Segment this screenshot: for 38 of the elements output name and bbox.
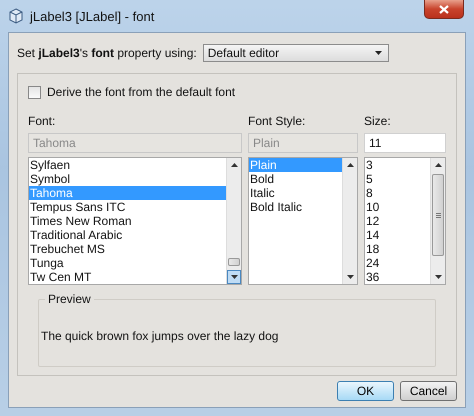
cancel-button[interactable]: Cancel [400,381,457,401]
checkbox-label: Derive the font from the default font [47,85,236,99]
input-field[interactable]: 11 [364,133,446,153]
editor-label: Set jLabel3's font property using: [17,46,197,60]
editor-dropdown[interactable]: Default editor [202,44,389,62]
list-item[interactable]: 5 [365,172,430,186]
ok-button[interactable]: OK [337,381,394,401]
list-item[interactable]: 10 [365,200,430,214]
close-button[interactable] [424,0,464,19]
list-item[interactable]: 8 [365,186,430,200]
scrollbar[interactable] [226,158,241,284]
group-title: Preview [45,292,94,306]
scroll-down-icon[interactable] [346,275,354,279]
list-item[interactable]: 18 [365,242,430,256]
grip-icon [436,212,440,218]
scroll-up-icon[interactable] [434,163,442,167]
scrollbar[interactable] [342,158,357,284]
dropdown-arrow-icon [374,51,382,55]
preview-text: The quick brown fox jumps over the lazy dog [40,329,278,343]
scrollbar[interactable] [430,158,445,284]
list-item[interactable]: 12 [365,214,430,228]
window-title: jLabel3 [JLabel] - font [30,8,154,24]
list-item[interactable]: 36 [365,270,430,284]
close-icon[interactable] [439,4,449,14]
scroll-thumb[interactable] [432,174,444,256]
list-item[interactable]: 24 [365,256,430,270]
list-item[interactable]: 3 [365,158,430,172]
field-label: Size: [364,114,392,130]
list-item[interactable]: 14 [365,228,430,242]
scroll-down-icon[interactable] [434,275,442,279]
scroll-thumb[interactable] [228,258,240,266]
scroll-down-icon[interactable] [230,275,238,279]
scroll-up-icon[interactable] [346,163,354,167]
derive-checkbox[interactable] [28,86,41,98]
field-label: Font: [28,114,56,130]
field-label: Font Style: [248,114,306,130]
cube-icon [8,8,24,24]
scroll-up-icon[interactable] [230,163,238,167]
